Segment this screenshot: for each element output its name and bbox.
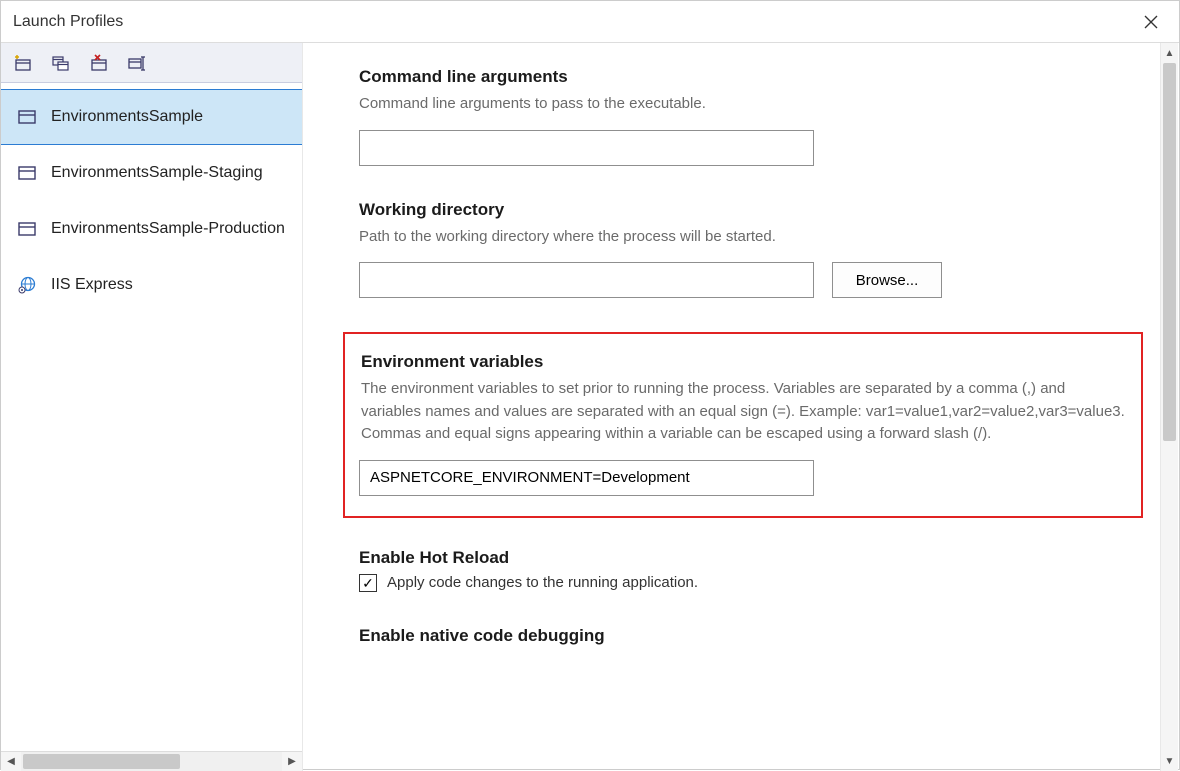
profile-item-label: EnvironmentsSample	[51, 108, 203, 126]
profile-item-environments-sample-staging[interactable]: EnvironmentsSample-Staging	[1, 145, 302, 201]
scrollbar-thumb[interactable]	[1163, 63, 1176, 441]
window-icon	[17, 219, 37, 239]
duplicate-profile-icon	[51, 53, 71, 73]
hot-reload-checkbox[interactable]	[359, 574, 377, 592]
scrollbar-track[interactable]	[21, 752, 282, 771]
section-command-line-arguments: Command line arguments Command line argu…	[359, 67, 1139, 166]
new-profile-icon	[13, 53, 33, 73]
command-line-arguments-input[interactable]	[359, 130, 814, 166]
delete-profile-button[interactable]	[87, 51, 111, 75]
working-directory-input[interactable]	[359, 262, 814, 298]
checkbox-label: Apply code changes to the running applic…	[387, 574, 698, 591]
sidebar-horizontal-scrollbar[interactable]: ◀ ▶	[1, 751, 302, 771]
section-enable-native-code-debugging: Enable native code debugging	[359, 626, 1139, 646]
section-description: Command line arguments to pass to the ex…	[359, 93, 1139, 116]
profile-item-label: IIS Express	[51, 276, 133, 294]
rename-profile-button[interactable]	[125, 51, 149, 75]
profile-item-environments-sample[interactable]: EnvironmentsSample	[1, 89, 302, 145]
profile-list: EnvironmentsSample EnvironmentsSample-St…	[1, 83, 302, 751]
profile-item-iis-express[interactable]: IIS Express	[1, 257, 302, 313]
section-title: Working directory	[359, 200, 1139, 220]
sidebar-toolbar	[1, 43, 302, 83]
scroll-right-arrow-icon[interactable]: ▶	[282, 756, 302, 767]
scrollbar-track[interactable]	[1161, 63, 1178, 751]
section-description: Path to the working directory where the …	[359, 226, 1139, 249]
section-description: The environment variables to set prior t…	[361, 378, 1127, 446]
profile-item-label: EnvironmentsSample-Staging	[51, 164, 263, 182]
browse-button[interactable]: Browse...	[832, 262, 942, 298]
profile-item-environments-sample-production[interactable]: EnvironmentsSample-Production	[1, 201, 302, 257]
section-environment-variables: Environment variables The environment va…	[343, 332, 1143, 518]
environment-variables-input[interactable]	[359, 460, 814, 496]
profile-item-label: EnvironmentsSample-Production	[51, 220, 285, 238]
section-title: Enable native code debugging	[359, 626, 1139, 646]
section-title: Command line arguments	[359, 67, 1139, 87]
new-profile-button[interactable]	[11, 51, 35, 75]
section-title: Enable Hot Reload	[359, 548, 1139, 568]
close-button[interactable]	[1135, 6, 1167, 38]
globe-icon	[17, 275, 37, 295]
window-icon	[17, 107, 37, 127]
duplicate-profile-button[interactable]	[49, 51, 73, 75]
titlebar: Launch Profiles	[1, 1, 1179, 43]
close-icon	[1144, 15, 1158, 29]
sidebar: EnvironmentsSample EnvironmentsSample-St…	[1, 43, 303, 771]
scrollbar-thumb[interactable]	[23, 754, 180, 769]
scroll-up-arrow-icon[interactable]: ▲	[1161, 43, 1178, 63]
window-title: Launch Profiles	[13, 13, 123, 31]
scroll-down-arrow-icon[interactable]: ▼	[1161, 751, 1178, 771]
delete-profile-icon	[89, 53, 109, 73]
window-icon	[17, 163, 37, 183]
section-title: Environment variables	[361, 352, 1127, 372]
section-working-directory: Working directory Path to the working di…	[359, 200, 1139, 299]
section-enable-hot-reload: Enable Hot Reload Apply code changes to …	[359, 548, 1139, 592]
rename-profile-icon	[127, 53, 147, 73]
scroll-left-arrow-icon[interactable]: ◀	[1, 756, 21, 767]
content-area: Command line arguments Command line argu…	[303, 43, 1179, 771]
content-vertical-scrollbar[interactable]: ▲ ▼	[1160, 43, 1178, 771]
